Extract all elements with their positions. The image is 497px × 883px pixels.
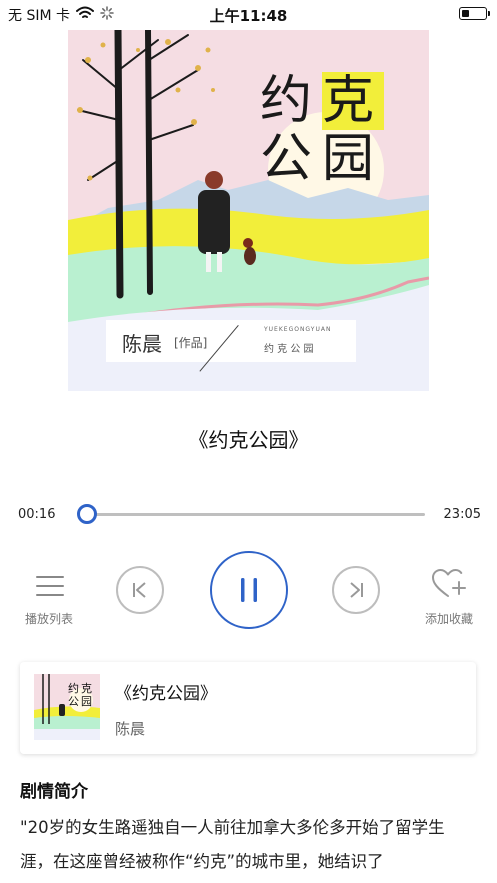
pause-button[interactable] xyxy=(210,551,288,629)
favorite-button[interactable]: 添加收藏 xyxy=(409,566,489,630)
elapsed-time: 00:16 xyxy=(18,507,56,522)
duration-time: 23:05 xyxy=(443,507,481,522)
thumb-title-char: 公 xyxy=(68,695,79,708)
favorite-label: 添加收藏 xyxy=(424,612,473,626)
playlist-button[interactable]: 播放列表 xyxy=(9,566,89,630)
cover-title-char: 约 xyxy=(260,71,313,131)
cover-small-title: 约 克 公 园 xyxy=(264,344,314,355)
status-time: 上午11:48 xyxy=(209,7,288,25)
cover-title-char: 克 xyxy=(322,72,384,130)
synopsis-heading: 剧情简介 xyxy=(20,782,88,802)
album-card[interactable]: 约 克 公 园 《约克公园》 陈晨 xyxy=(20,662,476,754)
cover-pinyin: YUEKEGONGYUAN xyxy=(264,326,332,333)
cover-title-char: 园 xyxy=(322,129,375,189)
heart-plus-icon xyxy=(431,568,467,604)
cover-title: 约 克 公 园 xyxy=(260,72,400,188)
cover-caption-box: 陈晨 [作品] YUEKEGONGYUAN 约 克 公 园 xyxy=(106,320,356,362)
status-bar: 无 SIM 卡 上午11:48 xyxy=(0,0,497,28)
cover-author-tag: [作品] xyxy=(174,336,208,350)
album-card-author: 陈晨 xyxy=(115,720,146,738)
cover-author: 陈晨 xyxy=(122,332,162,356)
previous-button[interactable] xyxy=(116,566,164,614)
thumb-title-char: 克 xyxy=(81,682,92,695)
album-cover: 约 克 公 园 陈晨 [作品] YUEKEGONGYUAN 约 克 公 园 xyxy=(68,30,429,391)
synopsis-text: "20岁的女生路遥独自一人前往加拿大多伦多开始了留学生涯，在这座曾经被称作“约克… xyxy=(20,818,445,871)
previous-icon xyxy=(133,582,146,598)
album-thumbnail: 约 克 公 园 xyxy=(34,674,100,740)
battery-icon xyxy=(459,7,490,20)
playlist-label: 播放列表 xyxy=(24,612,73,626)
progress-track[interactable] xyxy=(83,513,425,516)
playlist-icon xyxy=(35,573,65,603)
thumb-title: 约 克 公 园 xyxy=(68,682,94,708)
thumb-title-char: 约 xyxy=(68,682,79,695)
album-card-title: 《约克公园》 xyxy=(115,684,217,704)
next-button[interactable] xyxy=(332,566,380,614)
pause-icon xyxy=(241,578,257,602)
thumb-title-char: 园 xyxy=(81,695,92,708)
track-title: 《约克公园》 xyxy=(188,428,309,452)
next-icon xyxy=(350,582,363,598)
progress-thumb[interactable] xyxy=(77,504,98,524)
cover-title-char: 公 xyxy=(260,129,313,189)
